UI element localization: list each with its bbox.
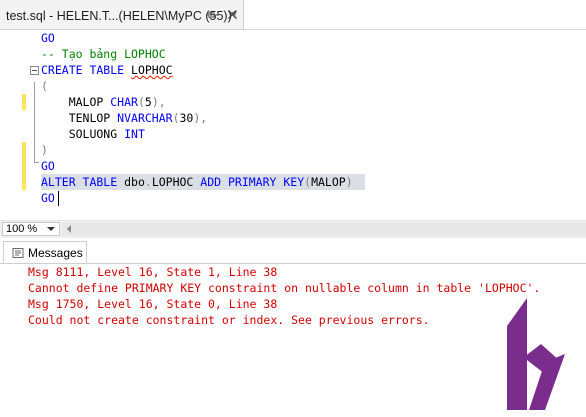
- tab-messages-label: Messages: [28, 246, 83, 260]
- scroll-left-icon[interactable]: [67, 225, 71, 233]
- results-tab-strip: Messages: [0, 238, 586, 264]
- code-line: GO: [41, 158, 55, 174]
- code-token: GO: [41, 159, 55, 173]
- code-token: TENLOP: [41, 111, 118, 125]
- document-tab-title: test.sql - HELEN.T...(HELEN\MyPC (55))*: [6, 9, 237, 23]
- code-line: ALTER TABLE dbo.LOPHOC ADD PRIMARY KEY(M…: [41, 174, 353, 190]
- code-token: ADD PRIMARY KEY: [200, 175, 305, 189]
- editor-status-bar: 100 %: [0, 220, 586, 239]
- code-token: 30: [179, 111, 194, 125]
- code-token: ): [345, 175, 353, 189]
- editor-margin: [0, 30, 22, 220]
- message-line: Msg 8111, Level 16, State 1, Line 38: [28, 265, 278, 279]
- text-caret: [58, 191, 59, 206]
- pin-icon[interactable]: [207, 9, 218, 20]
- code-token: (: [137, 95, 145, 109]
- code-line: CREATE TABLE LOPHOC: [41, 62, 173, 78]
- code-token: ),: [151, 95, 166, 109]
- horizontal-scrollbar[interactable]: [62, 222, 586, 236]
- change-marker: [22, 94, 26, 110]
- code-token: CHAR: [110, 95, 138, 109]
- code-token: MALOP: [41, 95, 111, 109]
- code-token: SOLUONG: [41, 127, 125, 141]
- fold-guide-end: [34, 162, 39, 163]
- code-token: GO: [41, 31, 55, 45]
- code-token: LOPHOC: [151, 175, 201, 189]
- code-token: ),: [193, 111, 208, 125]
- code-token: dbo: [124, 175, 145, 189]
- fold-guide: [34, 82, 35, 162]
- chevron-down-icon[interactable]: [47, 227, 55, 231]
- tab-messages[interactable]: Messages: [3, 241, 87, 263]
- results-pane: Messages Msg 8111, Level 16, State 1, Li…: [0, 238, 586, 417]
- code-token: ALTER TABLE: [41, 175, 125, 189]
- document-tab-bar: test.sql - HELEN.T...(HELEN\MyPC (55))*: [0, 0, 586, 30]
- code-token: .: [144, 175, 152, 189]
- code-line: -- Tạo bảng LOPHOC: [41, 46, 166, 62]
- change-marker: [22, 142, 26, 190]
- code-line: SOLUONG INT: [41, 126, 145, 142]
- code-token: -- Tạo bảng LOPHOC: [41, 47, 166, 61]
- code-token: LOPHOC: [131, 63, 173, 77]
- code-token: (: [41, 79, 48, 93]
- code-token: CREATE TABLE: [41, 63, 132, 77]
- zoom-dropdown[interactable]: 100 %: [2, 222, 60, 236]
- collapse-toggle[interactable]: [30, 66, 39, 75]
- h-logo-icon: [507, 298, 565, 410]
- code-token: (: [172, 111, 180, 125]
- code-line: TENLOP NVARCHAR(30),: [41, 110, 208, 126]
- code-line: GO: [41, 190, 55, 206]
- code-token: INT: [124, 127, 145, 141]
- messages-icon: [12, 248, 24, 258]
- code-line: ): [41, 142, 48, 158]
- sql-editor[interactable]: GO -- Tạo bảng LOPHOC CREATE TABLE LOPHOC(…: [0, 30, 586, 220]
- code-token: 5: [144, 95, 152, 109]
- message-line: Msg 1750, Level 16, State 0, Line 38: [28, 297, 278, 311]
- close-icon[interactable]: [227, 9, 238, 20]
- code-token: MALOP: [311, 175, 346, 189]
- code-line: GO: [41, 30, 55, 46]
- document-tab[interactable]: test.sql - HELEN.T...(HELEN\MyPC (55))*: [0, 0, 244, 29]
- zoom-value: 100 %: [6, 223, 38, 235]
- message-line: Cannot define PRIMARY KEY constraint on …: [28, 281, 541, 295]
- code-token: NVARCHAR: [117, 111, 173, 125]
- code-token: GO: [41, 191, 55, 205]
- code-line: (: [41, 78, 48, 94]
- message-line: Could not create constraint or index. Se…: [28, 313, 430, 327]
- code-token: ): [41, 143, 48, 157]
- code-line: MALOP CHAR(5),: [41, 94, 166, 110]
